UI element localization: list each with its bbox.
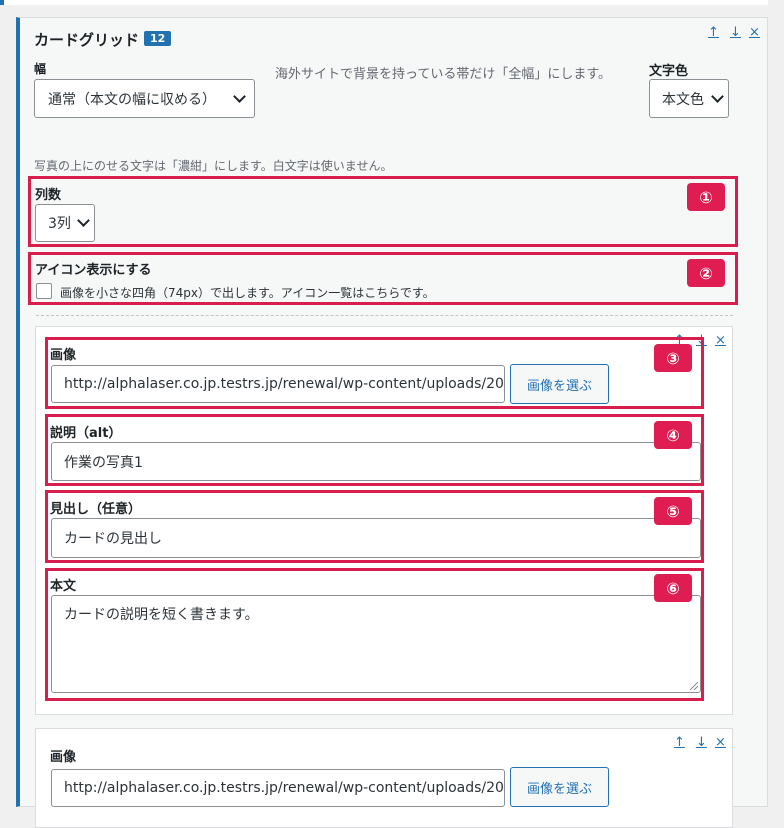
width-hint: 海外サイトで背景を持っている帯だけ「全幅」にします。: [275, 67, 612, 82]
previous-block-edge: [0, 0, 768, 5]
width-label: 幅: [34, 62, 47, 76]
divider: [36, 315, 733, 316]
card-item: ↑ ↓ × 画像 http://alphalaser.co.jp.testrs.…: [35, 326, 733, 715]
item-move-down-button[interactable]: ↓: [696, 735, 707, 750]
annotation-badge-6: ⑥: [654, 574, 692, 602]
card-grid-block: カードグリッド 12 ↑ ↓ × 幅 通常（本文の幅に収める） 海外サイトで背景…: [16, 17, 768, 828]
remove-block-button[interactable]: ×: [749, 25, 760, 40]
columns-select-value: 3列: [48, 216, 71, 232]
choose-image-button[interactable]: 画像を選ぶ: [510, 364, 609, 404]
image-label: 画像: [50, 348, 77, 363]
annotation-badge-4: ④: [654, 421, 692, 449]
annotation-badge-2: ②: [687, 259, 725, 287]
block-title: カードグリッド: [34, 31, 140, 49]
columns-select[interactable]: 3列: [35, 204, 95, 242]
heading-label: 見出し（任意）: [50, 502, 142, 517]
overlay-text-note: 写真の上にのせる文字は「濃紺」にします。白文字は使いません。: [34, 159, 393, 173]
image-label: 画像: [50, 750, 77, 765]
move-up-button[interactable]: ↑: [708, 25, 719, 40]
item-count-badge: 12: [144, 31, 172, 46]
card-item: ↑ ↓ × 画像 http://alphalaser.co.jp.testrs.…: [35, 728, 733, 828]
annotation-badge-3: ③: [654, 344, 692, 372]
image-url-input[interactable]: http://alphalaser.co.jp.testrs.jp/renewa…: [51, 365, 505, 403]
chevron-down-icon: [77, 214, 90, 227]
width-select[interactable]: 通常（本文の幅に収める）: [34, 79, 255, 118]
item-remove-button[interactable]: ×: [715, 333, 726, 348]
annotation-badge-5: ⑤: [654, 497, 692, 525]
image-url-input[interactable]: http://alphalaser.co.jp.testrs.jp/renewa…: [51, 769, 505, 807]
body-textarea[interactable]: カードの説明を短く書きます。: [51, 595, 701, 693]
move-down-button[interactable]: ↓: [730, 25, 741, 40]
annotation-box-1: [28, 176, 738, 247]
heading-input[interactable]: カードの見出し: [51, 518, 701, 558]
text-color-label: 文字色: [649, 64, 689, 79]
chevron-down-icon: [711, 89, 724, 103]
choose-image-button[interactable]: 画像を選ぶ: [510, 767, 609, 807]
alt-input[interactable]: 作業の写真1: [51, 442, 701, 481]
columns-label: 列数: [35, 188, 62, 203]
chevron-down-icon: [233, 89, 246, 103]
text-color-select[interactable]: 本文色: [649, 79, 729, 118]
width-select-value: 通常（本文の幅に収める）: [48, 91, 216, 108]
item-remove-button[interactable]: ×: [715, 735, 726, 750]
item-move-up-button[interactable]: ↑: [674, 735, 685, 750]
icon-display-checkbox[interactable]: [36, 283, 52, 299]
resize-grip-icon[interactable]: [690, 682, 698, 690]
body-textarea-value: カードの説明を短く書きます。: [64, 607, 259, 623]
text-color-select-value: 本文色: [662, 91, 704, 108]
icon-display-label: アイコン表示にする: [35, 263, 152, 278]
alt-label: 説明（alt）: [50, 426, 122, 441]
body-label: 本文: [50, 579, 77, 594]
icon-display-checkbox-label: 画像を小さな四角（74px）で出します。アイコン一覧はこちらです。: [60, 286, 435, 300]
annotation-badge-1: ①: [687, 183, 725, 211]
